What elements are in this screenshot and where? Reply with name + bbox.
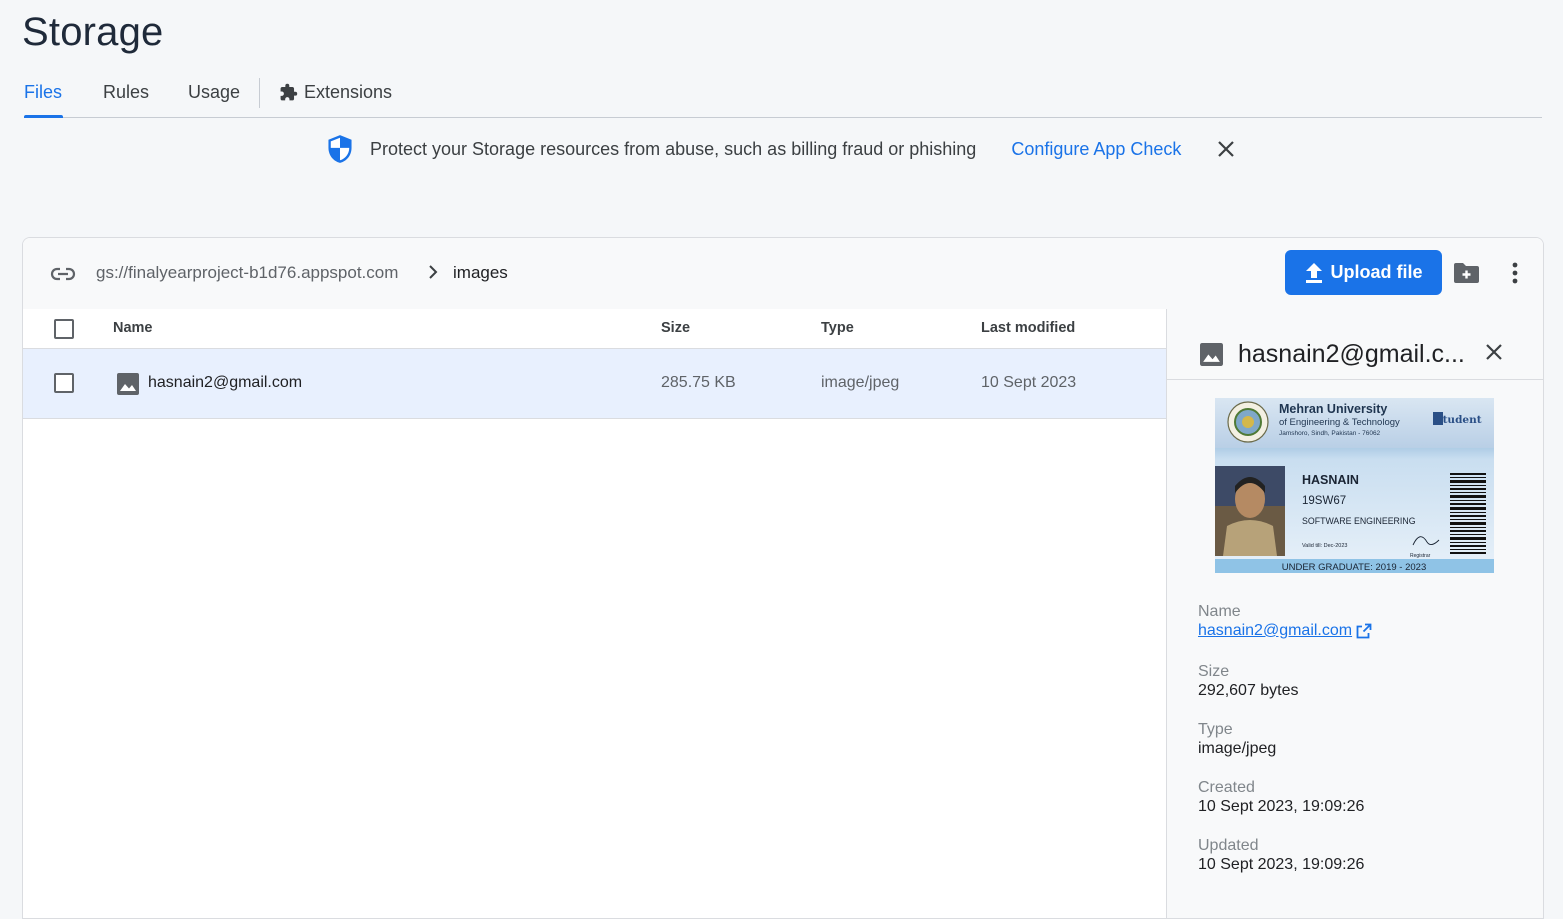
banner-text: Protect your Storage resources from abus… bbox=[370, 138, 977, 159]
meta-name: Name hasnain2@gmail.com bbox=[1198, 603, 1372, 640]
table-header: Name Size Type Last modified bbox=[23, 309, 1166, 349]
preview-roll: 19SW67 bbox=[1302, 495, 1346, 507]
meta-updated-label: Updated bbox=[1198, 837, 1259, 854]
meta-name-label: Name bbox=[1198, 603, 1241, 620]
preview-university: Mehran University bbox=[1279, 402, 1387, 416]
link-icon bbox=[50, 267, 76, 281]
file-preview-image[interactable]: Mehran University of Engineering & Techn… bbox=[1215, 398, 1494, 573]
tab-bar: Files Rules Usage Extensions bbox=[24, 70, 1542, 118]
meta-created: Created 10 Sept 2023, 19:09:26 bbox=[1198, 779, 1364, 816]
upload-file-button[interactable]: Upload file bbox=[1285, 250, 1442, 295]
meta-size: Size 292,607 bytes bbox=[1198, 663, 1299, 700]
tab-usage[interactable]: Usage bbox=[188, 82, 240, 103]
file-download-link[interactable]: hasnain2@gmail.com bbox=[1198, 622, 1372, 640]
meta-type-label: Type bbox=[1198, 721, 1233, 738]
details-header: hasnain2@gmail.c... bbox=[1167, 309, 1543, 380]
tab-divider bbox=[259, 78, 260, 108]
column-type[interactable]: Type bbox=[821, 320, 854, 336]
image-icon bbox=[1200, 343, 1223, 371]
upload-icon bbox=[1306, 262, 1323, 283]
upload-file-label: Upload file bbox=[1330, 262, 1423, 282]
preview-university-sub: of Engineering & Technology bbox=[1279, 417, 1400, 428]
preview-address: Jamshoro, Sindh, Pakistan - 76062 bbox=[1279, 430, 1381, 437]
new-folder-button[interactable] bbox=[1453, 262, 1480, 289]
close-icon bbox=[1218, 141, 1235, 157]
meta-created-label: Created bbox=[1198, 779, 1255, 796]
open-in-new-icon bbox=[1356, 623, 1372, 639]
banner-close-button[interactable] bbox=[1217, 140, 1235, 158]
tab-files-label: Files bbox=[24, 82, 63, 102]
more-vert-icon bbox=[1512, 262, 1518, 284]
meta-updated: Updated 10 Sept 2023, 19:09:26 bbox=[1198, 837, 1364, 874]
preview-valid: Valid till: Dec-2023 bbox=[1302, 543, 1347, 549]
puzzle-icon bbox=[280, 83, 298, 101]
details-close-button[interactable] bbox=[1485, 343, 1503, 366]
tab-rules[interactable]: Rules bbox=[103, 82, 149, 103]
breadcrumb-folder[interactable]: images bbox=[453, 263, 508, 283]
create-folder-icon bbox=[1454, 263, 1479, 283]
configure-app-check-link[interactable]: Configure App Check bbox=[1011, 139, 1181, 160]
row-checkbox[interactable] bbox=[54, 373, 74, 393]
shield-icon bbox=[328, 135, 352, 163]
meta-created-value: 10 Sept 2023, 19:09:26 bbox=[1198, 798, 1365, 815]
meta-type-value: image/jpeg bbox=[1198, 740, 1277, 757]
copy-link-button[interactable] bbox=[50, 263, 76, 290]
meta-updated-value: 10 Sept 2023, 19:09:26 bbox=[1198, 856, 1365, 873]
file-size: 285.75 KB bbox=[661, 374, 736, 391]
tab-extensions-label: Extensions bbox=[304, 82, 393, 102]
file-details-panel: hasnain2@gmail.c... Mehran University of… bbox=[1166, 309, 1543, 918]
file-download-link-text: hasnain2@gmail.com bbox=[1198, 622, 1353, 639]
tab-extensions[interactable]: Extensions bbox=[279, 82, 392, 103]
preview-registrar: Registrar bbox=[1410, 553, 1431, 559]
meta-size-label: Size bbox=[1198, 663, 1230, 680]
page-title: Storage bbox=[22, 10, 164, 54]
storage-browser: gs://finalyearproject-b1d76.appspot.com … bbox=[22, 237, 1544, 919]
image-icon bbox=[117, 373, 139, 400]
tab-rules-label: Rules bbox=[103, 82, 150, 102]
table-row[interactable]: hasnain2@gmail.com 285.75 KB image/jpeg … bbox=[23, 349, 1166, 419]
column-name[interactable]: Name bbox=[113, 320, 153, 336]
preview-badge: Student bbox=[1435, 414, 1482, 426]
app-check-banner: Protect your Storage resources from abus… bbox=[326, 134, 1235, 164]
preview-dept: SOFTWARE ENGINEERING bbox=[1302, 516, 1416, 526]
details-title: hasnain2@gmail.c... bbox=[1238, 340, 1465, 368]
column-last-modified[interactable]: Last modified bbox=[981, 320, 1075, 336]
tab-usage-label: Usage bbox=[188, 82, 241, 102]
file-name[interactable]: hasnain2@gmail.com bbox=[148, 374, 302, 392]
close-icon bbox=[1486, 344, 1502, 360]
tab-active-indicator bbox=[24, 115, 63, 118]
file-type: image/jpeg bbox=[821, 374, 900, 391]
tab-files[interactable]: Files bbox=[24, 82, 62, 103]
files-table: Name Size Type Last modified hasnain2@gm… bbox=[23, 309, 1166, 419]
bucket-path[interactable]: gs://finalyearproject-b1d76.appspot.com bbox=[96, 263, 398, 283]
meta-size-value: 292,607 bytes bbox=[1198, 682, 1299, 699]
meta-type: Type image/jpeg bbox=[1198, 721, 1276, 758]
select-all-checkbox[interactable] bbox=[54, 319, 74, 339]
bucket-toolbar: gs://finalyearproject-b1d76.appspot.com … bbox=[23, 238, 1543, 310]
more-options-button[interactable] bbox=[1511, 262, 1519, 289]
file-modified: 10 Sept 2023 bbox=[981, 374, 1077, 391]
preview-footer: UNDER GRADUATE: 2019 - 2023 bbox=[1282, 562, 1427, 573]
chevron-right-icon bbox=[427, 264, 439, 285]
preview-student-name: HASNAIN bbox=[1302, 473, 1359, 487]
column-size[interactable]: Size bbox=[661, 320, 690, 336]
